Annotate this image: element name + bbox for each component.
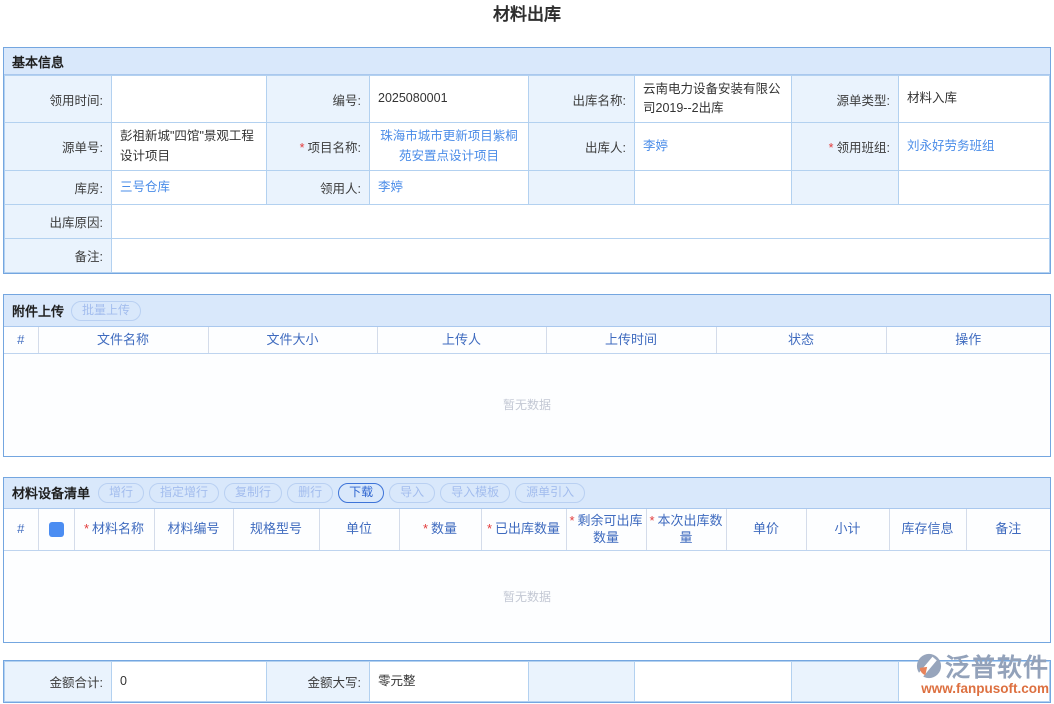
col-material-code: 材料编号 xyxy=(154,509,233,551)
source-doc-no-value: 彭祖新城"四馆"景观工程设计项目 xyxy=(112,123,267,171)
col-subtotal: 小计 xyxy=(806,509,889,551)
col-remaining-quantity: *剩余可出库数量 xyxy=(566,509,646,551)
col-issued-quantity: *已出库数量 xyxy=(481,509,566,551)
materials-empty-state: 暂无数据 xyxy=(4,551,1050,642)
page-title: 材料出库 xyxy=(3,4,1051,26)
requisition-person-link[interactable]: 李婷 xyxy=(378,180,403,194)
amount-in-words-value: 零元整 xyxy=(370,662,529,702)
col-file-name: 文件名称 xyxy=(38,327,208,353)
source-doc-type-label: 源单类型: xyxy=(792,76,899,123)
materials-title: 材料设备清单 xyxy=(12,483,90,502)
fanpu-logo: 泛普软件 www.fanpusoft.com xyxy=(916,648,1049,696)
select-all-checkbox[interactable] xyxy=(49,522,64,537)
source-doc-no-label: 源单号: xyxy=(5,123,112,171)
col-upload-time: 上传时间 xyxy=(546,327,716,353)
source-doc-type-value: 材料入库 xyxy=(899,76,1050,123)
fanpu-logo-name: 泛普软件 xyxy=(945,648,1049,684)
col-actions: 操作 xyxy=(886,327,1050,353)
project-name-link[interactable]: 珠海市城市更新项目紫桐苑安置点设计项目 xyxy=(380,129,518,162)
delete-row-button[interactable]: 删行 xyxy=(287,483,333,503)
col-material-name: *材料名称 xyxy=(74,509,154,551)
col-file-size: 文件大小 xyxy=(208,327,377,353)
remarks-label: 备注: xyxy=(5,239,112,273)
col-uploader: 上传人 xyxy=(377,327,546,353)
outbound-person-label: 出库人: xyxy=(529,123,635,171)
attachments-table-header: # 文件名称 文件大小 上传人 上传时间 状态 操作 xyxy=(4,327,1050,354)
outbound-reason-value[interactable] xyxy=(112,205,1050,239)
col-remark: 备注 xyxy=(966,509,1050,551)
fanpu-logo-url: www.fanpusoft.com xyxy=(916,681,1049,696)
basic-info-title: 基本信息 xyxy=(12,52,64,71)
download-button[interactable]: 下载 xyxy=(338,483,384,503)
batch-upload-button[interactable]: 批量上传 xyxy=(71,301,141,321)
outbound-person-link[interactable]: 李婷 xyxy=(643,139,668,153)
requisition-person-label: 领用人: xyxy=(267,171,370,205)
col-select-all xyxy=(38,509,74,551)
add-row-button[interactable]: 增行 xyxy=(98,483,144,503)
empty-label-cell xyxy=(529,662,635,702)
empty-label-cell xyxy=(792,662,899,702)
empty-value-cell xyxy=(899,171,1050,205)
col-index: # xyxy=(4,509,38,551)
outbound-name-label: 出库名称: xyxy=(529,76,635,123)
attachments-header: 附件上传 批量上传 xyxy=(4,295,1050,327)
requisition-time-value[interactable] xyxy=(112,76,267,123)
total-amount-label: 金额合计: xyxy=(5,662,112,702)
warehouse-label: 库房: xyxy=(5,171,112,205)
source-doc-import-button[interactable]: 源单引入 xyxy=(515,483,585,503)
col-spec-model: 规格型号 xyxy=(233,509,319,551)
basic-info-section: 基本信息 领用时间: 编号: 2025080001 出库名称: 云南电力设备安装… xyxy=(3,47,1051,274)
basic-info-header: 基本信息 xyxy=(4,48,1050,75)
col-current-issue-quantity: *本次出库数量 xyxy=(646,509,726,551)
required-mark: * xyxy=(300,141,305,155)
col-unit-price: 单价 xyxy=(726,509,806,551)
warehouse-link[interactable]: 三号仓库 xyxy=(120,180,170,194)
materials-header: 材料设备清单 增行 指定增行 复制行 删行 下载 导入 导入模板 源单引入 xyxy=(4,478,1050,509)
requisition-time-label: 领用时间: xyxy=(5,76,112,123)
remarks-value[interactable] xyxy=(112,239,1050,273)
summary-section: 金额合计: 0 金额大写: 零元整 xyxy=(3,660,1051,703)
amount-in-words-label: 金额大写: xyxy=(267,662,370,702)
summary-table: 金额合计: 0 金额大写: 零元整 xyxy=(4,661,1050,702)
materials-table-header: # *材料名称 材料编号 规格型号 单位 *数量 *已出库数量 *剩余可出库数量… xyxy=(4,509,1050,552)
outbound-reason-label: 出库原因: xyxy=(5,205,112,239)
requisition-team-label: *领用班组: xyxy=(792,123,899,171)
import-button[interactable]: 导入 xyxy=(389,483,435,503)
materials-section: 材料设备清单 增行 指定增行 复制行 删行 下载 导入 导入模板 源单引入 # xyxy=(3,477,1051,644)
col-stock-info: 库存信息 xyxy=(889,509,966,551)
empty-label-cell xyxy=(792,171,899,205)
project-name-label: *项目名称: xyxy=(267,123,370,171)
attachments-empty-state: 暂无数据 xyxy=(4,354,1050,456)
outbound-name-value: 云南电力设备安装有限公司2019--2出库 xyxy=(635,76,792,123)
copy-row-button[interactable]: 复制行 xyxy=(224,483,282,503)
empty-value-cell xyxy=(635,662,792,702)
doc-number-label: 编号: xyxy=(267,76,370,123)
empty-label-cell xyxy=(529,171,635,205)
attachments-title: 附件上传 xyxy=(12,301,64,320)
required-mark: * xyxy=(829,141,834,155)
empty-value-cell xyxy=(635,171,792,205)
total-amount-value: 0 xyxy=(112,662,267,702)
col-status: 状态 xyxy=(716,327,886,353)
col-quantity: *数量 xyxy=(399,509,481,551)
col-index: # xyxy=(4,327,38,353)
basic-info-table: 领用时间: 编号: 2025080001 出库名称: 云南电力设备安装有限公司2… xyxy=(4,75,1050,273)
fanpu-logo-icon xyxy=(916,653,942,679)
doc-number-value: 2025080001 xyxy=(370,76,529,123)
attachments-section: 附件上传 批量上传 # 文件名称 文件大小 上传人 上传时间 状态 操作 暂无数… xyxy=(3,294,1051,457)
insert-row-button[interactable]: 指定增行 xyxy=(149,483,219,503)
import-template-button[interactable]: 导入模板 xyxy=(440,483,510,503)
requisition-team-link[interactable]: 刘永好劳务班组 xyxy=(907,139,995,153)
col-unit: 单位 xyxy=(319,509,399,551)
